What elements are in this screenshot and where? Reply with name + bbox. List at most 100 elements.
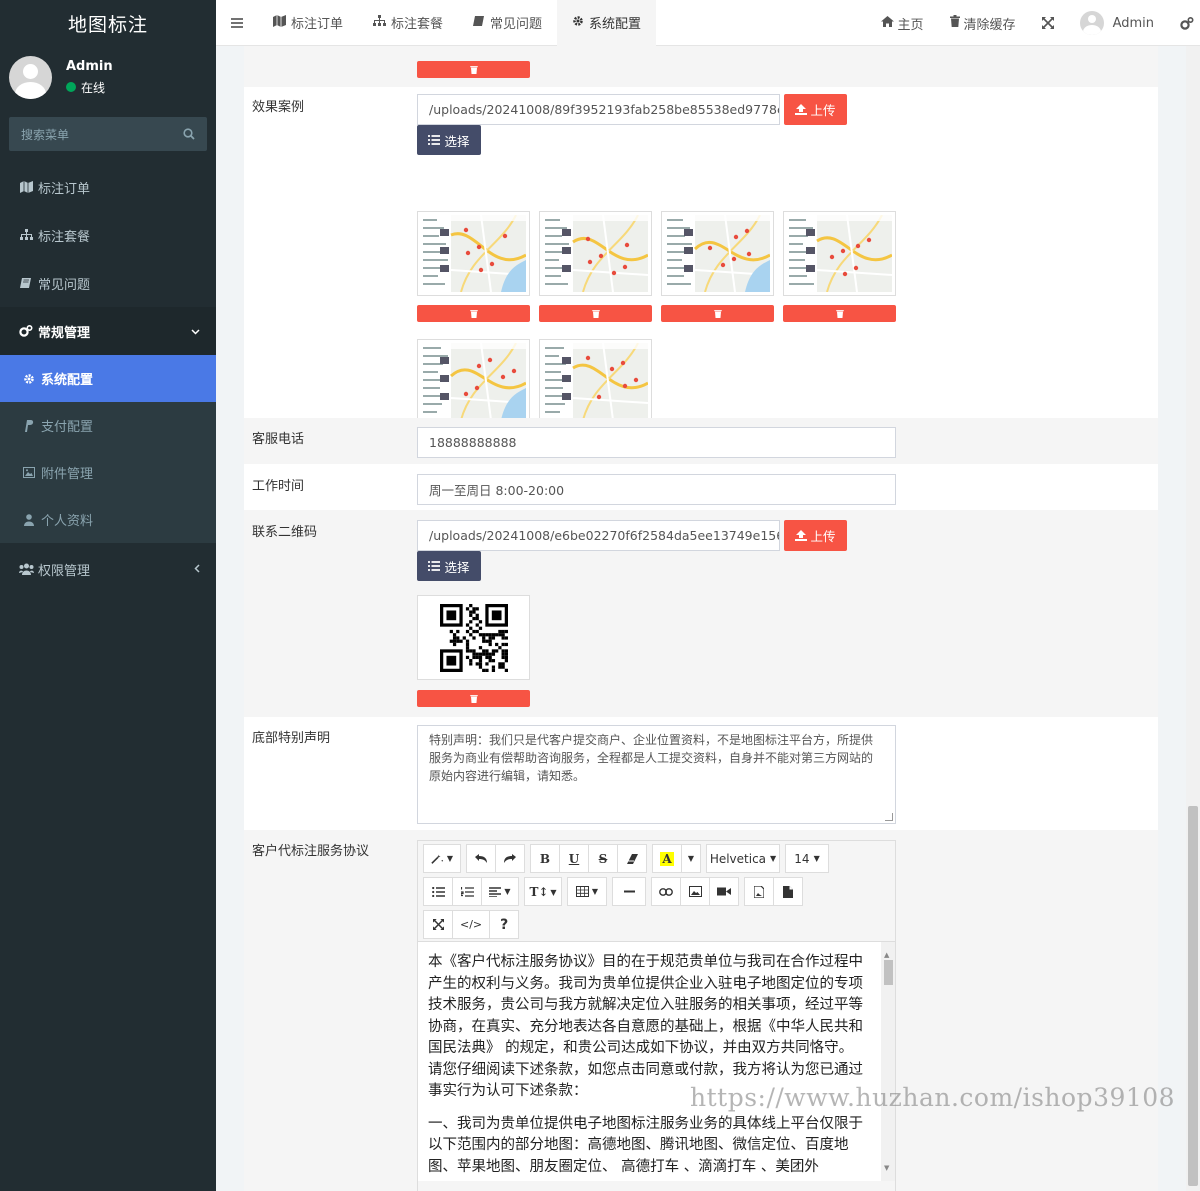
help-button[interactable]: ? — [489, 910, 520, 939]
editor-scroll-thumb[interactable] — [884, 960, 893, 985]
scroll-down-icon[interactable]: ▼ — [884, 1158, 889, 1180]
clear-cache-button[interactable]: 清除缓存 — [937, 14, 1029, 33]
tab-system-config[interactable]: 系统配置 — [557, 0, 657, 46]
sidebar-item-payment-config[interactable]: 支付配置 — [0, 402, 216, 449]
underline-button[interactable]: U — [559, 844, 589, 873]
video-button[interactable] — [709, 877, 739, 906]
map-icon — [16, 181, 36, 193]
phone-input[interactable]: 18888888888 — [417, 427, 896, 458]
undo-button[interactable] — [466, 844, 496, 873]
cases-path-input[interactable]: /uploads/20241008/89f3952193fab258be8553… — [417, 94, 780, 125]
fullscreen-button[interactable] — [1029, 17, 1067, 29]
font-color-button[interactable]: A — [652, 844, 682, 873]
form-row-agreement: 客户代标注服务协议 ▼ B U S A ▼ Helvetica ▼ 14 ▼ ▼… — [244, 830, 1158, 1191]
home-link[interactable]: 主页 — [868, 14, 937, 33]
book-icon — [473, 15, 485, 30]
case-thumbnail[interactable] — [539, 211, 652, 296]
case-thumbnail[interactable] — [417, 339, 530, 424]
gear-icon — [572, 15, 584, 30]
hours-label: 工作时间 — [252, 479, 305, 494]
qrcode-path-input[interactable]: /uploads/20241008/e6be02270f6f2584da5ee1… — [417, 520, 780, 551]
footer-notice-label: 底部特别声明 — [252, 731, 331, 746]
upload-icon — [795, 530, 808, 541]
delete-image-button[interactable] — [417, 305, 530, 322]
table-button[interactable]: ▼ — [567, 877, 607, 906]
tab-faq[interactable]: 常见问题 — [458, 0, 557, 46]
sidebar-item-profile[interactable]: 个人资料 — [0, 496, 216, 543]
style-button[interactable]: ▼ — [423, 844, 461, 873]
fullscreen-editor-button[interactable] — [423, 910, 453, 939]
resize-handle[interactable] — [885, 813, 893, 821]
page-scroll-thumb[interactable] — [1188, 806, 1198, 1186]
font-color-icon: A — [660, 851, 674, 866]
eraser-button[interactable] — [617, 844, 647, 873]
sidebar-toggle-button[interactable] — [216, 14, 258, 32]
search-icon[interactable] — [183, 128, 195, 140]
sidebar-item-orders[interactable]: 标注订单 — [0, 163, 216, 211]
expand-icon — [1041, 17, 1054, 29]
hours-input[interactable]: 周一至周日 8:00-20:00 — [417, 474, 896, 505]
cases-upload-button[interactable]: 上传 — [784, 94, 847, 125]
menu-icon — [231, 17, 243, 28]
ordered-list-button[interactable] — [452, 877, 482, 906]
user-menu[interactable]: Admin — [1067, 11, 1167, 35]
agreement-paragraph: 本《客户代标注服务协议》目的在于规范贵单位与我司在合作过程中产生的权利与义务。我… — [428, 954, 863, 1099]
sidebar-search-input[interactable]: 搜索菜单 — [9, 117, 207, 151]
case-thumbnail[interactable] — [417, 211, 530, 296]
qrcode-thumbnail[interactable] — [417, 595, 530, 680]
font-color-dropdown[interactable]: ▼ — [681, 844, 701, 873]
strikethrough-button[interactable]: S — [588, 844, 618, 873]
insert-file-button[interactable] — [773, 877, 803, 906]
sidebar: 地图标注 Admin 在线 搜索菜单 标注订单 标注套餐 常见问题 常规管理 系… — [0, 0, 216, 1191]
cases-select-button[interactable]: 选择 — [417, 125, 481, 155]
qrcode-select-button[interactable]: 选择 — [417, 551, 481, 581]
delete-image-button[interactable] — [661, 305, 774, 322]
paragraph-button[interactable]: ▼ — [481, 877, 519, 906]
group-icon — [16, 563, 36, 575]
line-height-button[interactable]: T↕ ▼ — [524, 877, 562, 906]
case-thumbnail[interactable] — [783, 211, 896, 296]
sidebar-group-permission[interactable]: 权限管理 — [0, 543, 216, 595]
chevron-left-icon — [194, 563, 200, 576]
brand-logo[interactable]: 地图标注 — [0, 0, 216, 46]
case-thumbnail[interactable] — [539, 339, 652, 424]
editor-scrollbar[interactable]: ▲ ▼ — [881, 942, 895, 1181]
delete-image-button[interactable] — [783, 305, 896, 322]
image-button[interactable] — [680, 877, 710, 906]
qrcode-upload-button[interactable]: 上传 — [784, 520, 847, 551]
control-sidebar-button[interactable] — [1167, 16, 1200, 30]
avatar — [9, 55, 52, 99]
bold-button[interactable]: B — [530, 844, 560, 873]
tab-packages[interactable]: 标注套餐 — [358, 0, 458, 46]
sidebar-item-system-config[interactable]: 系统配置 — [0, 355, 216, 402]
sidebar-item-attachments[interactable]: 附件管理 — [0, 449, 216, 496]
map-screenshot-image — [421, 215, 526, 292]
code-view-button[interactable]: </> — [452, 910, 491, 939]
footer-notice-textarea[interactable]: 特别声明：我们只是代客户提交商户、企业位置资料，不是地图标注平台方，所提供服务为… — [417, 725, 896, 824]
case-thumbnail[interactable] — [661, 211, 774, 296]
sidebar-item-faq[interactable]: 常见问题 — [0, 259, 216, 307]
question-icon: ? — [500, 916, 509, 933]
horizontal-rule-button[interactable] — [612, 877, 646, 906]
gears-icon — [1180, 16, 1194, 30]
delete-qrcode-button[interactable] — [417, 690, 530, 707]
editor-content[interactable]: 本《客户代标注服务协议》目的在于规范贵单位与我司在合作过程中产生的权利与义务。我… — [418, 941, 895, 1181]
user-status: 在线 — [66, 79, 113, 96]
trash-icon — [469, 310, 478, 318]
unordered-list-button[interactable] — [423, 877, 453, 906]
tab-orders[interactable]: 标注订单 — [258, 0, 358, 46]
font-size-select[interactable]: 14 ▼ — [785, 844, 829, 873]
delete-image-button[interactable] — [539, 305, 652, 322]
book-icon — [16, 277, 36, 289]
page-scrollbar[interactable] — [1186, 46, 1200, 1191]
font-family-select[interactable]: Helvetica ▼ — [706, 844, 780, 873]
link-button[interactable] — [651, 877, 681, 906]
delete-image-button[interactable] — [417, 61, 530, 78]
redo-button[interactable] — [495, 844, 525, 873]
rich-text-editor: ▼ B U S A ▼ Helvetica ▼ 14 ▼ ▼ T↕ ▼ ▼ </… — [417, 840, 896, 1191]
insert-image-file-button[interactable] — [744, 877, 774, 906]
sidebar-item-packages[interactable]: 标注套餐 — [0, 211, 216, 259]
sitemap-icon — [16, 229, 36, 241]
sidebar-group-regular[interactable]: 常规管理 — [0, 307, 216, 355]
chevron-down-icon — [191, 325, 200, 338]
